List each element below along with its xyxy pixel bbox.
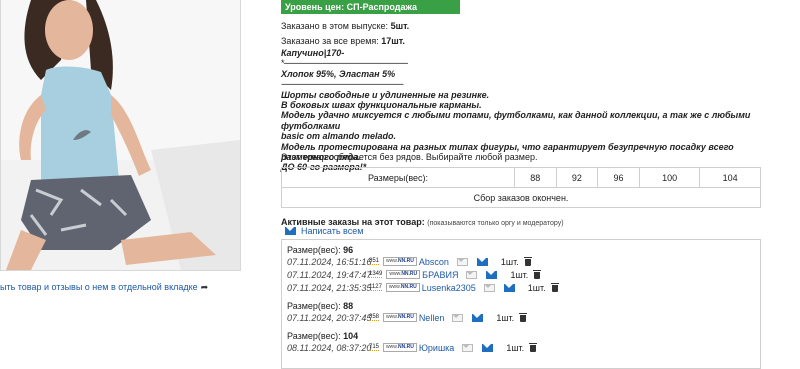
trash-icon[interactable] [533,270,542,279]
ordered-this-release: Заказано в этом выпуске: 5шт. [281,21,409,31]
message-icon[interactable] [456,257,468,266]
user-nick-link[interactable]: БРАВИЯ [422,270,458,280]
order-qty: 1шт. [527,282,546,293]
order-date: 08.11.2024, 08:37:20 [287,342,372,353]
site-logo-prefix: www. [386,344,398,350]
user-rating[interactable]: 858 [369,314,380,321]
order-date: 07.11.2024, 19:47:47 [287,269,372,280]
collect-note: Этот товар собирается без рядов. Выбирай… [281,152,538,162]
arrow-icon: ➦ [200,282,209,292]
user-nick-link[interactable]: Юришка [419,343,455,353]
orders-closed-text: Сбор заказов окончен. [281,187,761,208]
desc-line: Модель удачно миксуется с любыми топами,… [281,110,751,131]
user-rating[interactable]: 851 [369,258,380,265]
site-logo: www.NN.RU [386,270,421,279]
order-row: 07.11.2024, 19:47:47 1349 www.NN.RU БРАВИЯ 1… [287,269,542,280]
price-level-badge: Уровень цен: СП-Распродажа [281,0,460,14]
envelope-icon[interactable] [476,257,488,266]
user-rating[interactable]: 1349 [369,271,383,278]
ordered-total-value: 17шт. [381,36,405,46]
order-qty: 1шт. [510,269,529,280]
message-icon[interactable] [452,313,464,322]
sizes-row: Размеры(вес): 88 92 96 100 104 [281,167,761,188]
order-group-header: Размер(вес): 96 [287,245,353,255]
envelope-icon[interactable] [486,270,498,279]
closed-row: Сбор заказов окончен. [281,187,761,208]
active-orders-note: (показываются только оргу и модератору) [427,220,564,227]
user-rating[interactable]: 715 [369,344,380,351]
site-logo-mark: NN.RU [397,314,414,320]
desc-line: Шорты свободные и удлиненные на резинке. [281,89,490,100]
size-value: 104 [343,331,359,341]
trash-icon[interactable] [523,257,532,266]
user-rating[interactable]: 1127 [369,284,382,291]
site-logo-prefix: www. [389,271,402,277]
size-label: Размер(вес): [287,331,341,341]
message-icon[interactable] [462,343,474,352]
desc-line: В боковых швах функциональные карманы. [281,100,482,111]
envelope-icon[interactable] [482,343,494,352]
site-logo: www.NN.RU [385,283,420,292]
order-date: 07.11.2024, 20:37:45 [287,312,372,323]
sizes-label: Размеры(вес): [281,167,515,188]
desc-line: basic от almando melado. [281,131,397,142]
site-logo: www.NN.RU [383,257,417,266]
site-logo: www.NN.RU [383,313,417,322]
user-nick-link[interactable]: Abscon [419,257,449,267]
site-logo-mark: NN.RU [397,344,414,350]
order-date: 07.11.2024, 16:51:16 [287,256,372,267]
order-row: 07.11.2024, 16:51:16 851 www.NN.RU Abscon 1ш… [287,256,532,267]
size-value: 96 [343,245,354,255]
product-photo[interactable] [0,0,241,271]
order-group-header: Размер(вес): 88 [287,301,353,311]
order-group-header: Размер(вес): 104 [287,331,358,341]
order-qty: 1шт. [506,342,525,353]
order-date: 07.11.2024, 21:35:35 [287,282,372,293]
order-row: 07.11.2024, 21:35:35 1127 www.NN.RU Lusenka… [287,282,559,293]
size-cell: 96 [597,167,640,188]
envelope-icon[interactable] [472,313,484,322]
envelope-icon [285,227,296,235]
ordered-total-label: Заказано за все время: [281,36,379,46]
site-logo-prefix: www. [386,314,398,320]
site-logo-mark: NN.RU [400,284,417,290]
desc-separator: *---------------------------------------… [281,58,408,69]
size-cell: 88 [514,167,557,188]
size-label: Размер(вес): [287,245,341,255]
open-in-new-tab-link[interactable]: ыть товар и отзывы о нем в отдельной вкл… [0,282,208,293]
ordered-this-label: Заказано в этом выпуске: [281,21,389,31]
size-value: 88 [343,301,354,311]
order-row: 08.11.2024, 08:37:20 715 www.NN.RU Юришка 1ш… [287,342,538,353]
site-logo: www.NN.RU [383,343,417,352]
site-logo-prefix: www. [386,258,398,264]
trash-icon[interactable] [529,343,538,352]
size-cell: 104 [699,167,761,188]
trash-icon[interactable] [519,313,528,322]
site-logo-prefix: www. [388,284,401,290]
user-nick-link[interactable]: Lusenka2305 [422,283,476,293]
message-icon[interactable] [466,270,478,279]
desc-color: Капучино|170- [281,48,345,58]
ordered-all-time: Заказано за все время: 17шт. [281,36,405,46]
desc-separator: ----------------------------------------… [281,79,404,90]
size-cell: 100 [638,167,701,188]
user-nick-link[interactable]: Nellen [419,313,445,323]
order-qty: 1шт. [496,312,515,323]
site-logo-mark: NN.RU [397,258,414,264]
write-all-link[interactable]: Написать всем [285,226,363,236]
write-all-text[interactable]: Написать всем [301,226,363,236]
message-icon[interactable] [483,283,495,292]
order-qty: 1шт. [500,256,519,267]
envelope-icon[interactable] [503,283,515,292]
open-in-new-tab-text[interactable]: ыть товар и отзывы о нем в отдельной вкл… [0,282,198,292]
size-label: Размер(вес): [287,301,341,311]
size-cell: 92 [555,167,599,188]
desc-composition: Хлопок 95%, Эластан 5% [281,68,396,79]
trash-icon[interactable] [550,283,559,292]
ordered-this-value: 5шт. [390,21,410,31]
site-logo-mark: NN.RU [401,271,418,277]
sizes-table: Размеры(вес): 88 92 96 100 104 Сбор зака… [281,167,761,208]
order-row: 07.11.2024, 20:37:45 858 www.NN.RU Nellen 1ш… [287,312,528,323]
